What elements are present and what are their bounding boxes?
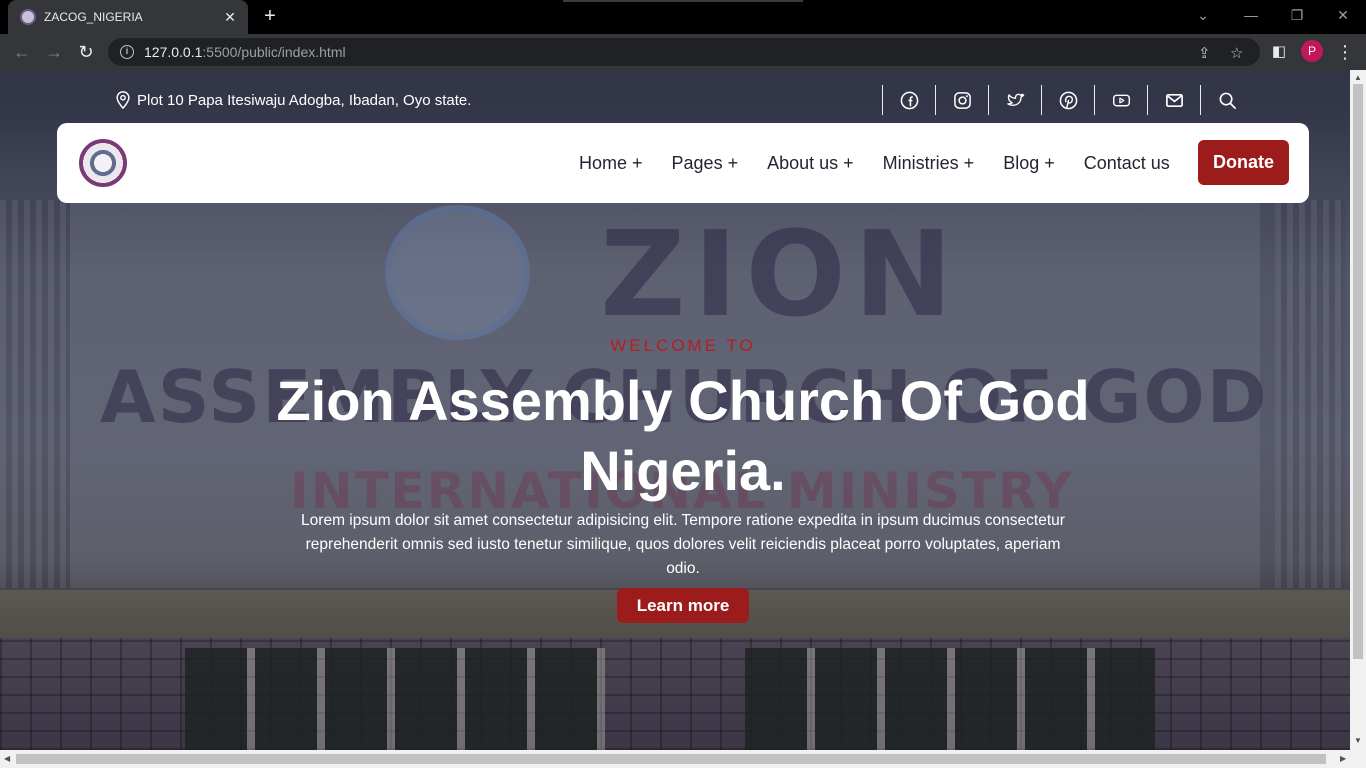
pinterest-icon — [1059, 91, 1077, 109]
facebook-link[interactable] — [882, 85, 935, 115]
close-window-icon[interactable]: ✕ — [1320, 0, 1366, 34]
scroll-right-arrow-icon[interactable]: ▶ — [1340, 754, 1346, 763]
profile-avatar[interactable]: P — [1301, 40, 1323, 62]
bookmark-star-icon[interactable]: ☆ — [1230, 44, 1243, 62]
hero-description: Lorem ipsum dolor sit amet consectetur a… — [301, 512, 1065, 577]
browser-toolbar: ← → ↻ i 127.0.0.1:5500/public/index.html… — [0, 34, 1366, 70]
horizontal-scroll-thumb[interactable] — [16, 754, 1326, 764]
instagram-link[interactable] — [935, 85, 988, 115]
tabstrip-top-accent — [563, 0, 803, 2]
hero-bg-seal — [385, 205, 530, 340]
top-address: Plot 10 Papa Itesiwaju Adogba, Ibadan, O… — [115, 91, 471, 109]
back-arrow-icon[interactable]: ← — [9, 39, 35, 65]
donate-button[interactable]: Donate — [1198, 140, 1289, 185]
nav-item-home[interactable]: Home + — [579, 153, 643, 174]
learn-more-button[interactable]: Learn more — [617, 588, 749, 623]
page-viewport: ZION ASSEMBLY CHURCH OF GOD INTERNATIONA… — [0, 70, 1350, 750]
browser-tab-active[interactable]: ZACOG_NIGERIA ✕ — [8, 0, 248, 34]
facebook-icon — [900, 91, 918, 109]
instagram-icon — [953, 91, 971, 109]
url-host: 127.0.0.1 — [144, 44, 203, 60]
site-info-icon[interactable]: i — [120, 45, 134, 59]
minimize-window-icon[interactable]: — — [1228, 0, 1274, 34]
twitter-icon — [1006, 93, 1024, 106]
scroll-left-arrow-icon[interactable]: ◀ — [4, 754, 10, 763]
youtube-icon — [1112, 94, 1130, 106]
nav-menu: Home + Pages + About us + Ministries + B… — [579, 123, 1199, 203]
nav-item-ministries[interactable]: Ministries + — [883, 153, 975, 174]
hero-bg-pillar-right — [1275, 200, 1345, 588]
forward-arrow-icon[interactable]: → — [41, 39, 67, 65]
reload-icon[interactable]: ↻ — [73, 39, 99, 65]
hero-bg-sign-zion: ZION — [600, 205, 961, 343]
mail-icon — [1165, 93, 1183, 107]
hero-title: Zion Assembly Church Of God Nigeria. — [276, 369, 1090, 502]
restore-window-icon[interactable]: ❐ — [1274, 0, 1320, 34]
search-icon — [1219, 92, 1236, 109]
nav-item-blog[interactable]: Blog + — [1003, 153, 1055, 174]
share-icon[interactable]: ⇪ — [1198, 44, 1211, 62]
scroll-up-arrow-icon[interactable]: ▲ — [1354, 73, 1362, 82]
vertical-scrollbar[interactable]: ▲ ▼ — [1350, 70, 1366, 750]
vertical-scroll-thumb[interactable] — [1353, 84, 1363, 659]
browser-tab-strip: ZACOG_NIGERIA ✕ + ⌄ — ❐ ✕ — [0, 0, 1366, 34]
horizontal-scrollbar[interactable]: ◀ ▶ — [0, 750, 1366, 768]
site-favicon-icon — [20, 9, 36, 25]
scroll-down-arrow-icon[interactable]: ▼ — [1354, 736, 1362, 745]
nav-item-about-us[interactable]: About us + — [767, 153, 854, 174]
search-button[interactable] — [1200, 85, 1253, 115]
browser-menu-icon[interactable]: ⋮ — [1332, 39, 1358, 65]
youtube-link[interactable] — [1094, 85, 1147, 115]
tab-close-icon[interactable]: ✕ — [222, 9, 238, 26]
nav-item-contact-us[interactable]: Contact us — [1084, 153, 1170, 174]
hero-bg-pillar-left — [0, 200, 70, 588]
twitter-link[interactable] — [988, 85, 1041, 115]
main-navbar: Home + Pages + About us + Ministries + B… — [57, 123, 1309, 203]
church-logo[interactable] — [79, 139, 127, 187]
nav-item-pages[interactable]: Pages + — [672, 153, 739, 174]
url-path: :5500/public/index.html — [202, 44, 346, 60]
tab-title: ZACOG_NIGERIA — [44, 10, 143, 24]
mail-link[interactable] — [1147, 85, 1200, 115]
hero-bg-windows-left — [185, 648, 605, 750]
hero-eyebrow: WELCOME TO — [610, 336, 756, 355]
location-pin-icon — [116, 91, 130, 109]
tab-search-chevron-icon[interactable]: ⌄ — [1180, 0, 1226, 34]
social-links — [882, 85, 1253, 115]
address-bar[interactable]: i 127.0.0.1:5500/public/index.html ⇪ ☆ — [108, 38, 1260, 66]
new-tab-button[interactable]: + — [258, 5, 282, 29]
hero-bg-windows-right — [745, 648, 1155, 750]
side-panel-icon[interactable]: ◧ — [1266, 39, 1292, 65]
address-text: Plot 10 Papa Itesiwaju Adogba, Ibadan, O… — [137, 91, 472, 109]
pinterest-link[interactable] — [1041, 85, 1094, 115]
